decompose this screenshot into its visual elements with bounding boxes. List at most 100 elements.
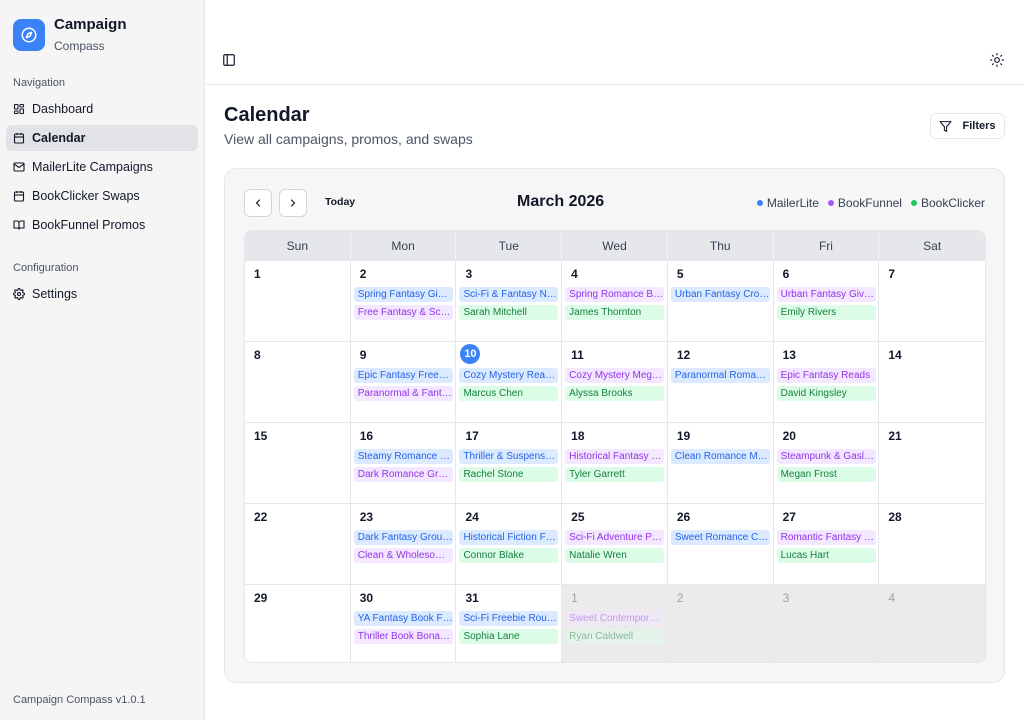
calendar-day-cell[interactable]: 11 Cozy Mystery Mega Promo Alyssa Brooks (562, 342, 668, 422)
day-number: 21 (888, 429, 902, 443)
calendar-day-cell[interactable]: 2 Spring Fantasy Giveaway Free Fantasy & S… (350, 261, 457, 341)
calendar-day-cell[interactable]: 22 (245, 504, 351, 584)
sidebar-toggle-icon[interactable] (222, 53, 236, 67)
bookclicker-event[interactable]: Marcus Chen (459, 386, 559, 401)
prev-month-button[interactable] (244, 189, 272, 217)
bookfunnel-event[interactable]: Sweet Contemporary Romance (565, 611, 665, 626)
calendar-day-cell[interactable]: 21 (879, 423, 985, 503)
gear-icon (13, 288, 25, 300)
weekday-header: Wed (562, 231, 668, 260)
mailerlite-event[interactable]: Paranormal Romance News (670, 368, 770, 383)
bookfunnel-event[interactable]: Epic Fantasy Reads (776, 368, 876, 383)
mailerlite-event[interactable]: Steamy Romance Roundup (353, 449, 453, 464)
calendar-day-cell[interactable]: 25 Sci-Fi Adventure Promo Natalie Wren (562, 504, 668, 584)
mailerlite-event[interactable]: Historical Fiction Feature (459, 530, 559, 545)
calendar-day-cell[interactable]: 20 Steampunk & Gaslamp Reads Megan Frost (773, 423, 880, 503)
bookfunnel-event[interactable]: Steampunk & Gaslamp Reads (776, 449, 876, 464)
legend-item-mailerlite: MailerLite (756, 196, 819, 210)
next-month-button[interactable] (279, 189, 307, 217)
calendar-day-cell[interactable]: 13 Epic Fantasy Reads David Kingsley (773, 342, 880, 422)
calendar-day-cell[interactable]: 12 Paranormal Romance News (667, 342, 774, 422)
bookfunnel-event[interactable]: Urban Fantasy Giveaway (776, 287, 876, 302)
calendar-day-cell[interactable]: 3 (773, 585, 880, 662)
book-icon (13, 219, 25, 231)
day-number: 13 (782, 348, 796, 362)
bookclicker-event[interactable]: James Thornton (565, 305, 665, 320)
calendar-day-cell[interactable]: 23 Dark Fantasy Group Promo Clean & Wholes… (350, 504, 457, 584)
mailerlite-event[interactable]: Urban Fantasy Crossover (670, 287, 770, 302)
bookclicker-event[interactable]: Tyler Garrett (565, 467, 665, 482)
bookclicker-event[interactable]: Lucas Hart (776, 548, 876, 563)
calendar-day-cell[interactable]: 1 (245, 261, 351, 341)
sidebar-item-mailerlite-campaigns[interactable]: MailerLite Campaigns (6, 154, 198, 180)
mailerlite-event[interactable]: Spring Fantasy Giveaway (353, 287, 453, 302)
sidebar-item-label: Settings (32, 287, 78, 301)
bookfunnel-event[interactable]: Free Fantasy & Sci-Fi Reads (353, 305, 453, 320)
calendar-day-cell[interactable]: 28 (879, 504, 985, 584)
sidebar-item-calendar[interactable]: Calendar (6, 125, 198, 151)
bookclicker-event[interactable]: Alyssa Brooks (565, 386, 665, 401)
sun-icon[interactable] (990, 53, 1004, 67)
calendar-day-cell[interactable]: 1 Sweet Contemporary Romance Ryan Caldwell (562, 585, 668, 662)
mailerlite-event[interactable]: Dark Fantasy Group Promo (353, 530, 453, 545)
bookclicker-event[interactable]: Sophia Lane (459, 629, 559, 644)
brand[interactable]: Campaign Compass (13, 16, 127, 54)
bookclicker-event[interactable]: Sarah Mitchell (459, 305, 559, 320)
mailerlite-event[interactable]: Sci-Fi & Fantasy Newsletter (459, 287, 559, 302)
bookfunnel-event[interactable]: Spring Romance Bundle (565, 287, 665, 302)
calendar-day-cell[interactable]: 9 Epic Fantasy Freebies Paranormal & Fanta… (350, 342, 457, 422)
calendar-day-cell[interactable]: 27 Romantic Fantasy Reads Lucas Hart (773, 504, 880, 584)
calendar-day-cell[interactable]: 31 Sci-Fi Freebie Roundup Sophia Lane (456, 585, 563, 662)
bookclicker-event[interactable]: Rachel Stone (459, 467, 559, 482)
calendar-day-cell[interactable]: 24 Historical Fiction Feature Connor Blake (456, 504, 563, 584)
bookfunnel-event[interactable]: Sci-Fi Adventure Promo (565, 530, 665, 545)
calendar-day-cell[interactable]: 4 (879, 585, 985, 662)
bookclicker-event[interactable]: Connor Blake (459, 548, 559, 563)
calendar-day-cell[interactable]: 19 Clean Romance Monthly (667, 423, 774, 503)
bookclicker-event[interactable]: Natalie Wren (565, 548, 665, 563)
bookclicker-event[interactable]: Ryan Caldwell (565, 629, 665, 644)
bookfunnel-event[interactable]: Cozy Mystery Mega Promo (565, 368, 665, 383)
calendar-day-cell[interactable]: 30 YA Fantasy Book Feature Thriller Book B… (350, 585, 457, 662)
mailerlite-event[interactable]: Sweet Romance Collection (670, 530, 770, 545)
calendar-day-cell[interactable]: 29 (245, 585, 351, 662)
filters-button[interactable]: Filters (930, 113, 1005, 139)
bookfunnel-event[interactable]: Thriller Book Bonanza (353, 629, 453, 644)
calendar-day-cell[interactable]: 5 Urban Fantasy Crossover (667, 261, 774, 341)
calendar-day-cell[interactable]: 3 Sci-Fi & Fantasy Newsletter Sarah Mitche… (456, 261, 563, 341)
calendar-day-cell[interactable]: 7 (879, 261, 985, 341)
mailerlite-event[interactable]: Epic Fantasy Freebies (353, 368, 453, 383)
bookfunnel-event[interactable]: Romantic Fantasy Reads (776, 530, 876, 545)
bookfunnel-event[interactable]: Historical Fantasy Promo (565, 449, 665, 464)
mailerlite-event[interactable]: Cozy Mystery Readers (459, 368, 559, 383)
bookclicker-event[interactable]: Megan Frost (776, 467, 876, 482)
bookfunnel-event[interactable]: Paranormal & Fantasy Promo (353, 386, 453, 401)
calendar-day-cell[interactable]: 18 Historical Fantasy Promo Tyler Garrett (562, 423, 668, 503)
chevron-left-icon (255, 199, 261, 207)
calendar-day-cell[interactable]: 15 (245, 423, 351, 503)
calendar-day-cell[interactable]: 2 (667, 585, 774, 662)
sidebar-item-dashboard[interactable]: Dashboard (6, 96, 198, 122)
bookclicker-event[interactable]: Emily Rivers (776, 305, 876, 320)
mailerlite-event[interactable]: YA Fantasy Book Feature (353, 611, 453, 626)
mailerlite-event[interactable]: Thriller & Suspense Picks (459, 449, 559, 464)
calendar-day-cell[interactable]: 16 Steamy Romance Roundup Dark Romance Gro… (350, 423, 457, 503)
bookfunnel-event[interactable]: Clean & Wholesome Reads (353, 548, 453, 563)
calendar-grid: Sun Mon Tue Wed Thu Fri Sat 1 2 Spring Fantasy G… (244, 230, 986, 663)
sidebar-item-bookclicker-swaps[interactable]: BookClicker Swaps (6, 183, 198, 209)
calendar-day-cell[interactable]: 14 (879, 342, 985, 422)
calendar-day-cell[interactable]: 4 Spring Romance Bundle James Thornton (562, 261, 668, 341)
sidebar-item-bookfunnel-promos[interactable]: BookFunnel Promos (6, 212, 198, 238)
calendar-day-cell[interactable]: 6 Urban Fantasy Giveaway Emily Rivers (773, 261, 880, 341)
bookclicker-event[interactable]: David Kingsley (776, 386, 876, 401)
sidebar-item-settings[interactable]: Settings (6, 281, 198, 307)
calendar-day-cell[interactable]: 17 Thriller & Suspense Picks Rachel Stone (456, 423, 563, 503)
today-button[interactable]: Today (325, 196, 355, 208)
calendar-week-row: 15 16 Steamy Romance Roundup Dark Romance G… (245, 422, 985, 503)
calendar-day-cell[interactable]: 10 Cozy Mystery Readers Marcus Chen (456, 342, 563, 422)
mailerlite-event[interactable]: Clean Romance Monthly (670, 449, 770, 464)
mailerlite-event[interactable]: Sci-Fi Freebie Roundup (459, 611, 559, 626)
calendar-day-cell[interactable]: 8 (245, 342, 351, 422)
bookfunnel-event[interactable]: Dark Romance Group Promo (353, 467, 453, 482)
calendar-day-cell[interactable]: 26 Sweet Romance Collection (667, 504, 774, 584)
